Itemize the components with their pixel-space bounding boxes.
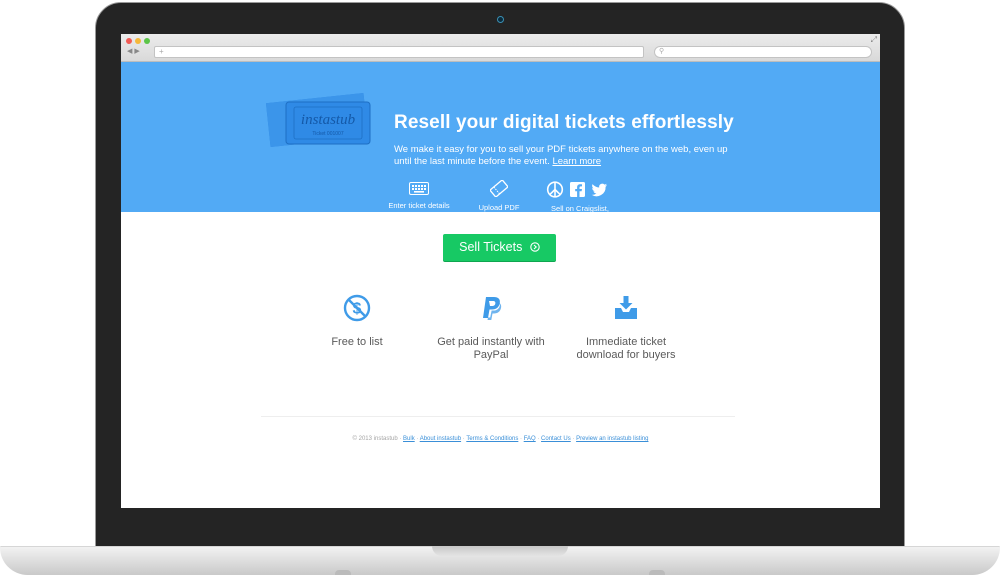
page-footer: © 2013 instastub · Bulk · About instastu… <box>352 436 649 442</box>
zoom-window-button[interactable] <box>144 38 150 44</box>
step-label-line1: Sell on Craigslist, <box>551 204 609 213</box>
learn-more-link[interactable]: Learn more <box>552 156 601 167</box>
feature-free-to-list: $ Free to list <box>307 294 407 349</box>
hero-description: We make it easy for you to sell your PDF… <box>394 144 744 168</box>
logo-text: instastub <box>301 112 356 128</box>
close-window-button[interactable] <box>126 38 132 44</box>
browser-window: ◀ ▶ + ⚲ ⤢ instastub Ticket 001007 Resell… <box>121 34 880 508</box>
browser-toolbar: ◀ ▶ + ⚲ ⤢ <box>121 34 880 62</box>
footer-link-terms[interactable]: Terms & Conditions <box>466 436 518 442</box>
step-label: Enter ticket details <box>388 201 450 210</box>
feature-immediate-download: Immediate ticket download for buyers <box>566 294 686 362</box>
sell-tickets-button[interactable]: Sell Tickets <box>443 234 556 261</box>
download-tray-icon <box>615 296 637 319</box>
step-upload-pdf: Upload PDF <box>473 180 525 212</box>
instastub-logo: instastub Ticket 001007 <box>265 92 371 148</box>
hero-title: Resell your digital tickets effortlessly <box>394 112 734 133</box>
facebook-icon[interactable] <box>570 182 585 197</box>
feature-line2: download for buyers <box>576 349 676 361</box>
footer-copyright: © 2013 instastub · <box>352 436 402 442</box>
sell-tickets-label: Sell Tickets <box>459 240 523 254</box>
forward-arrow-icon[interactable]: ▶ <box>134 48 139 55</box>
step-label-line2: Facebook and Twitter <box>544 213 616 222</box>
camera-icon <box>497 16 504 23</box>
minimize-window-button[interactable] <box>135 38 141 44</box>
step-sell-social: Sell on Craigslist, Facebook and Twitter <box>534 181 626 222</box>
ticket-icon <box>490 180 508 197</box>
logo-subtext: Ticket 001007 <box>312 131 343 137</box>
dollar-circle-icon: $ <box>343 294 371 322</box>
social-icons <box>545 181 615 198</box>
circle-arrow-right-icon <box>530 242 540 252</box>
search-icon: ⚲ <box>659 48 665 55</box>
footer-divider <box>261 416 735 417</box>
laptop-mockup: ◀ ▶ + ⚲ ⤢ instastub Ticket 001007 Resell… <box>0 0 1000 575</box>
nav-arrows: ◀ ▶ <box>127 47 151 57</box>
laptop-notch <box>432 546 568 556</box>
hero-banner: instastub Ticket 001007 Resell your digi… <box>121 62 880 222</box>
feature-line1: Get paid instantly with <box>437 336 545 348</box>
fullscreen-icon[interactable]: ⤢ <box>871 35 877 45</box>
feature-line1: Immediate ticket <box>585 336 667 348</box>
feature-line2: PayPal <box>473 349 509 361</box>
footer-link-preview[interactable]: Preview an instastub listing <box>576 436 648 442</box>
laptop-foot <box>335 570 351 575</box>
paypal-icon <box>483 297 502 320</box>
new-tab-icon: + <box>159 47 164 56</box>
keyboard-icon <box>409 182 429 195</box>
back-arrow-icon[interactable]: ◀ <box>127 48 132 55</box>
address-bar[interactable]: + <box>154 46 644 58</box>
footer-link-contact[interactable]: Contact Us <box>541 436 571 442</box>
footer-link-about[interactable]: About instastub <box>420 436 461 442</box>
step-label: Upload PDF <box>478 203 520 212</box>
browser-search-field[interactable]: ⚲ <box>654 46 872 58</box>
twitter-icon[interactable] <box>591 183 607 197</box>
footer-link-bulk[interactable]: Bulk <box>403 436 415 442</box>
feature-line1: Free to list <box>331 336 383 348</box>
laptop-foot <box>649 570 665 575</box>
footer-link-faq[interactable]: FAQ <box>524 436 536 442</box>
feature-paypal: Get paid instantly with PayPal <box>432 294 550 362</box>
peace-icon <box>546 181 564 198</box>
step-enter-details: Enter ticket details <box>383 182 455 210</box>
